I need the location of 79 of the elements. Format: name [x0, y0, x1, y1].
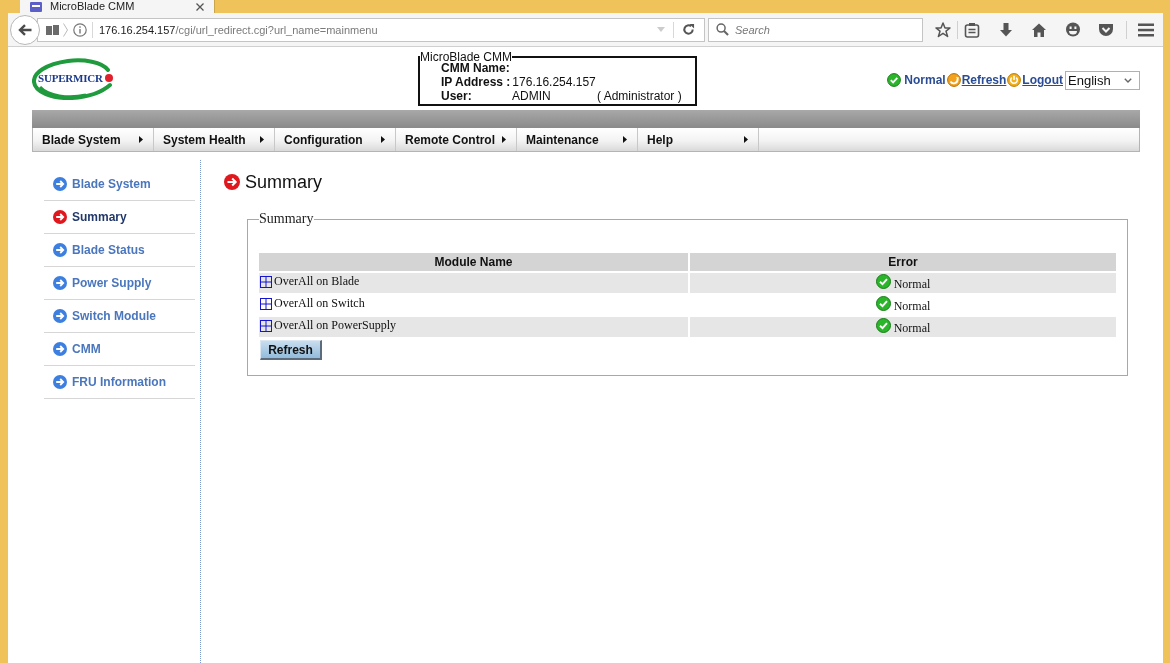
- module-name-text: OverAll on Blade: [274, 274, 360, 290]
- power-icon: [1007, 73, 1022, 87]
- caret-icon: [502, 136, 506, 143]
- download-icon[interactable]: [998, 21, 1014, 38]
- sidebar-item[interactable]: CMM: [44, 333, 195, 366]
- caret-icon: [744, 136, 748, 143]
- grid-icon[interactable]: [260, 297, 272, 310]
- home-icon[interactable]: [1031, 21, 1047, 38]
- menu-icon[interactable]: [1138, 22, 1154, 37]
- info-label: CMM Name:: [441, 61, 510, 75]
- grid-icon[interactable]: [260, 319, 272, 332]
- arrow-circle-icon: [53, 243, 67, 257]
- reload-icon[interactable]: [682, 23, 695, 36]
- module-name-text: OverAll on Switch: [274, 296, 365, 312]
- caret-icon: [381, 136, 385, 143]
- search-field[interactable]: Search: [708, 17, 923, 42]
- browser-tab[interactable]: MicroBlade CMM: [20, 0, 215, 13]
- library-icon: [46, 24, 59, 35]
- menu-item[interactable]: Help: [638, 128, 759, 151]
- logo-text: SUPERMICR: [38, 72, 103, 85]
- url-text: 176.16.254.157/cgi/url_redirect.cgi?url_name=mainmenu: [99, 23, 378, 36]
- sidebar-item[interactable]: Power Supply: [44, 267, 195, 300]
- sidebar-item[interactable]: Switch Module: [44, 300, 195, 333]
- chevron-icon: [63, 22, 68, 37]
- refresh-button[interactable]: Refresh: [260, 340, 322, 360]
- arrow-circle-icon: [53, 342, 67, 356]
- back-button[interactable]: [10, 14, 40, 45]
- info-value: ADMIN: [512, 89, 552, 103]
- check-circle-icon: [887, 73, 902, 87]
- error-status-text: Normal: [893, 320, 931, 336]
- caret-icon: [623, 136, 627, 143]
- sidebar-item[interactable]: Summary: [44, 201, 195, 234]
- info-icon[interactable]: [73, 22, 87, 37]
- smiley-icon[interactable]: [1065, 21, 1081, 38]
- info-value: 176.16.254.157: [512, 75, 597, 89]
- error-status-text: Normal: [893, 298, 931, 314]
- panel-title: Summary: [259, 211, 315, 227]
- refresh-link[interactable]: Refresh: [961, 73, 1007, 87]
- grid-icon[interactable]: [260, 275, 272, 288]
- status-text: Normal: [904, 73, 946, 87]
- arrow-circle-icon: [53, 375, 67, 389]
- menu-item[interactable]: Blade System: [33, 128, 154, 151]
- module-name-text: OverAll on PowerSupply: [274, 318, 396, 334]
- chevron-down-icon: [1124, 77, 1132, 83]
- back-arrow-icon: [18, 23, 32, 36]
- page-title: Summary: [245, 172, 322, 192]
- caret-icon: [260, 136, 264, 143]
- address-bar[interactable]: 176.16.254.157/cgi/url_redirect.cgi?url_name=mainmenu: [37, 17, 705, 42]
- star-icon[interactable]: [935, 21, 951, 38]
- language-select[interactable]: English: [1065, 70, 1140, 90]
- menu-item[interactable]: Remote Control: [396, 128, 517, 151]
- check-circle-icon: [875, 273, 891, 289]
- arrow-circle-icon: [53, 276, 67, 290]
- arrow-circle-icon: [224, 174, 240, 190]
- logout-link[interactable]: Logout: [1022, 73, 1063, 87]
- info-note: ( Administrator ): [597, 89, 682, 103]
- column-header: Error: [690, 253, 1116, 271]
- arrow-circle-icon: [53, 177, 67, 191]
- check-circle-icon: [875, 317, 891, 333]
- menu-item[interactable]: Maintenance: [517, 128, 638, 151]
- menu-item[interactable]: System Health: [154, 128, 275, 151]
- sidebar-item[interactable]: FRU Information: [44, 366, 195, 399]
- info-label: User:: [441, 89, 473, 103]
- search-icon: [716, 22, 729, 36]
- menu-item[interactable]: Configuration: [275, 128, 396, 151]
- caret-icon: [139, 136, 143, 143]
- sidebar-item[interactable]: Blade System: [44, 168, 195, 201]
- sidebar-item[interactable]: Blade Status: [44, 234, 195, 267]
- arrow-circle-icon: [53, 309, 67, 323]
- column-header: Module Name: [259, 253, 688, 271]
- close-icon[interactable]: [196, 2, 204, 11]
- logo-dot-icon: [105, 74, 113, 82]
- arrow-circle-icon: [53, 210, 67, 224]
- info-label: IP Address :: [441, 75, 511, 89]
- clipboard-icon[interactable]: [964, 21, 980, 38]
- error-status-text: Normal: [893, 276, 931, 292]
- pocket-icon[interactable]: [1098, 21, 1114, 38]
- refresh-icon: [946, 73, 961, 87]
- info-box-title: MicroBlade CMM: [420, 50, 512, 64]
